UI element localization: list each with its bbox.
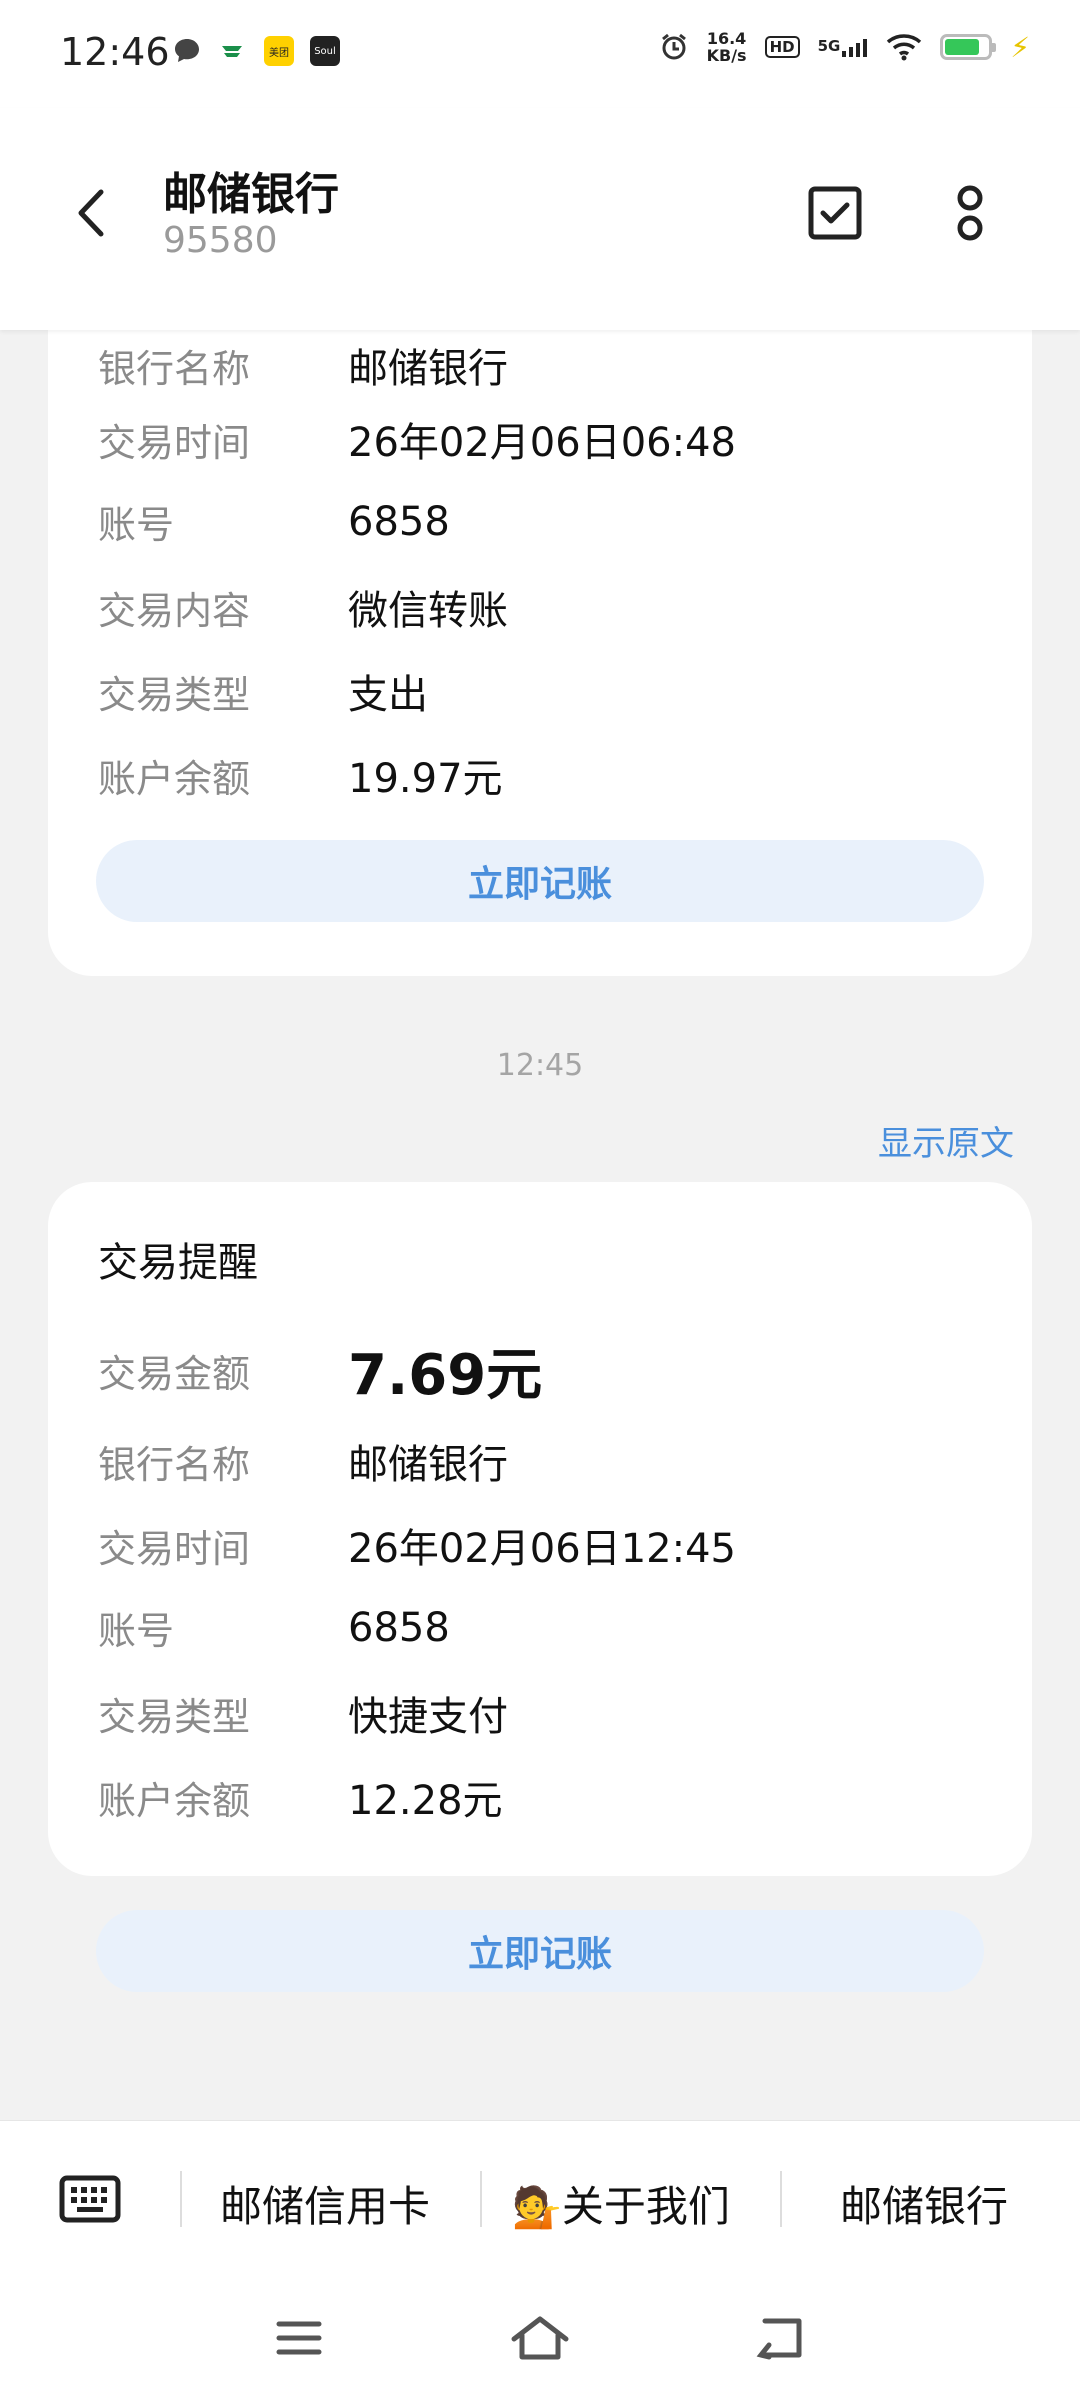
keyboard-icon — [59, 2175, 121, 2223]
menu-item-label: 关于我们 — [561, 2182, 730, 2231]
row-value: 微信转账 — [348, 588, 508, 634]
row-label: 交易类型 — [98, 672, 251, 717]
show-original-link[interactable]: 显示原文 — [878, 1116, 1014, 1165]
wifi-icon — [887, 34, 922, 61]
status-time: 12:46 — [60, 30, 170, 74]
menu-item-credit-card[interactable]: 邮储信用卡 — [220, 2173, 430, 2234]
amount-value: 7.69元 — [348, 1343, 543, 1408]
signal-label: 5G — [817, 37, 841, 55]
menu-icon — [276, 2321, 322, 2355]
row-value: 邮储银行 — [348, 346, 508, 392]
recent-apps-button[interactable] — [264, 2308, 334, 2368]
menu-item-bank[interactable]: 邮储银行 — [840, 2173, 1008, 2234]
row-label: 银行名称 — [98, 346, 251, 391]
meituan-icon: 美团 — [264, 36, 294, 66]
row-value: 快捷支付 — [348, 1694, 508, 1740]
row-transaction-time: 交易时间 26年02月06日06:48 — [98, 410, 736, 468]
row-value: 邮储银行 — [348, 1442, 508, 1488]
back-button[interactable] — [60, 178, 120, 248]
signal-bars-icon — [842, 39, 868, 57]
row-value: 6858 — [348, 1604, 450, 1651]
person-tipping-hand-icon: 💁 — [512, 2185, 562, 2231]
row-type: 交易类型 快捷支付 — [98, 1684, 508, 1742]
signal-indicator: 5G — [818, 37, 869, 57]
row-account: 账号 6858 — [98, 1600, 450, 1655]
alarm-icon — [661, 33, 686, 60]
row-type: 交易类型 支出 — [98, 662, 428, 720]
row-label: 银行名称 — [98, 1442, 251, 1487]
row-value: 26年02月06日12:45 — [348, 1526, 736, 1572]
row-balance: 账户余额 12.28元 — [98, 1768, 503, 1826]
row-value: 6858 — [348, 498, 450, 545]
row-label: 交易时间 — [98, 420, 251, 465]
row-value: 12.28元 — [348, 1778, 503, 1824]
row-value: 支出 — [348, 672, 428, 718]
screen: 12:46 美团 Soul 16.4 KB/s HD 5G ⚡ 邮储银行 955… — [0, 0, 1080, 2400]
message-bubble-icon — [175, 39, 199, 62]
book-now-button[interactable]: 立即记账 — [96, 1910, 984, 1992]
row-account: 账号 6858 — [98, 494, 450, 549]
message-list[interactable]: 银行名称 邮储银行 交易时间 26年02月06日06:48 账号 6858 交易… — [0, 330, 1080, 2120]
home-icon — [511, 2316, 569, 2360]
book-now-button[interactable]: 立即记账 — [96, 840, 984, 922]
notification-icons: 美团 Soul — [172, 36, 340, 66]
row-label: 账户余额 — [98, 1778, 251, 1823]
row-label: 账户余额 — [98, 756, 251, 801]
back-nav-button[interactable] — [745, 2308, 815, 2368]
message-timestamp: 12:45 — [496, 1048, 584, 1083]
battery-tip — [992, 43, 997, 52]
row-value: 19.97元 — [348, 756, 503, 802]
navigation-bar — [0, 2278, 1080, 2400]
card-title: 交易提醒 — [98, 1240, 258, 1286]
row-bank-name: 银行名称 邮储银行 — [98, 1432, 508, 1490]
row-label: 交易金额 — [98, 1352, 251, 1396]
row-label: 交易时间 — [98, 1526, 251, 1571]
menu-item-about-us[interactable]: 💁关于我们 — [512, 2173, 730, 2234]
china-post-icon — [222, 46, 242, 57]
row-transaction-time: 交易时间 26年02月06日12:45 — [98, 1516, 736, 1574]
back-nav-icon — [756, 2318, 802, 2360]
bottom-menu: 邮储信用卡 💁关于我们 邮储银行 — [0, 2120, 1080, 2279]
contact-name: 邮储银行 — [163, 169, 339, 220]
checkbox-icon — [808, 186, 862, 240]
status-right: 16.4 KB/s HD 5G ⚡ — [659, 30, 1030, 64]
net-speed-unit: KB/s — [706, 46, 747, 65]
net-speed: 16.4 KB/s — [707, 30, 747, 64]
row-label: 交易内容 — [98, 588, 251, 633]
menu-separator — [480, 2171, 482, 2227]
menu-separator — [180, 2171, 182, 2227]
battery-fill — [945, 39, 980, 55]
transaction-card: 交易提醒 交易金额 7.69元 银行名称 邮储银行 交易时间 26年02月06日… — [48, 1182, 1032, 1876]
row-label: 账号 — [98, 503, 175, 547]
row-value: 26年02月06日06:48 — [348, 420, 736, 466]
contact-number: 95580 — [163, 220, 278, 261]
row-balance: 账户余额 19.97元 — [98, 746, 503, 804]
more-options-button[interactable] — [940, 178, 1000, 248]
hd-badge: HD — [764, 36, 800, 58]
row-content: 交易内容 微信转账 — [98, 578, 508, 636]
status-bar: 12:46 美团 Soul 16.4 KB/s HD 5G ⚡ — [0, 0, 1080, 108]
back-icon — [78, 189, 104, 237]
battery-icon — [940, 34, 997, 60]
conversation-header: 邮储银行 95580 — [0, 108, 1080, 330]
row-partial: 银行名称 邮储银行 — [98, 336, 508, 394]
charging-icon: ⚡ — [1010, 30, 1030, 64]
keyboard-button[interactable] — [56, 2169, 124, 2229]
menu-separator — [780, 2171, 782, 2227]
soul-icon: Soul — [310, 36, 340, 66]
row-label: 交易类型 — [98, 1694, 251, 1739]
home-button[interactable] — [505, 2308, 575, 2368]
row-label: 账号 — [98, 1609, 175, 1653]
transaction-card: 银行名称 邮储银行 交易时间 26年02月06日06:48 账号 6858 交易… — [48, 330, 1032, 976]
more-icon — [957, 185, 983, 241]
net-speed-value: 16.4 — [706, 29, 747, 48]
select-button[interactable] — [800, 178, 870, 248]
row-amount: 交易金额 7.69元 — [98, 1330, 542, 1411]
